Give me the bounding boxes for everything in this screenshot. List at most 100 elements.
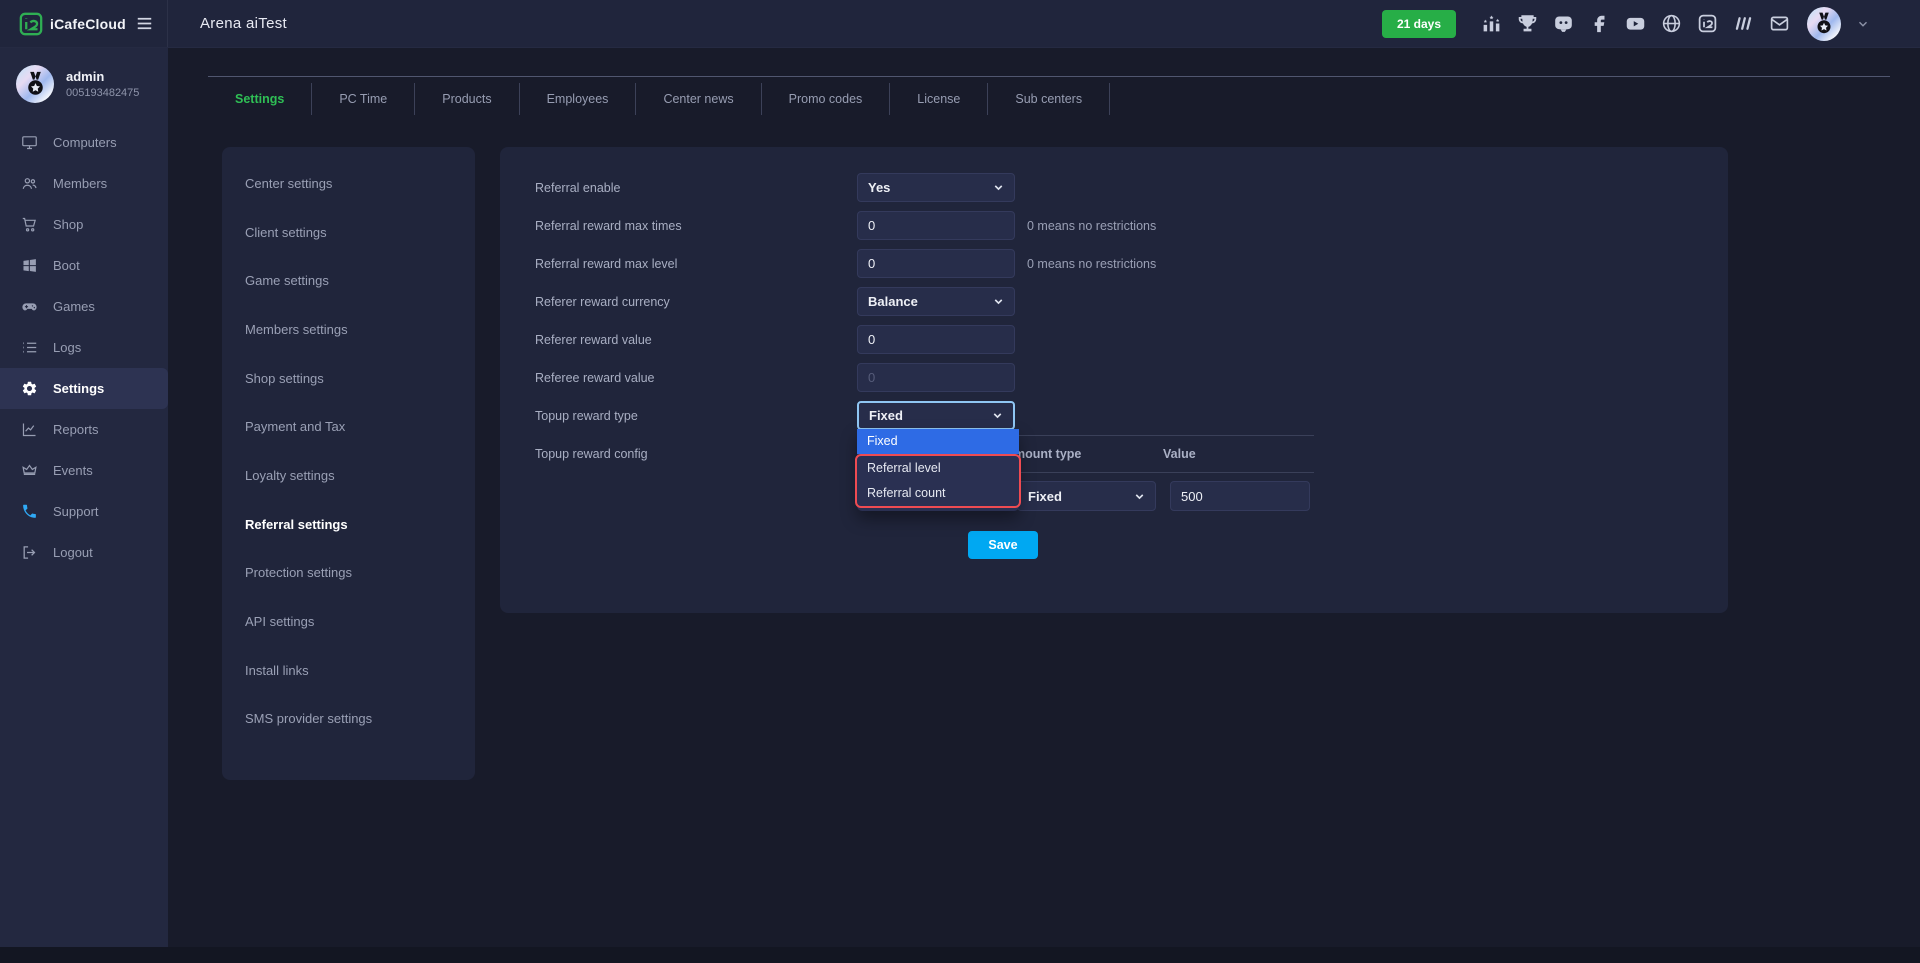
mail-icon[interactable] bbox=[1769, 13, 1790, 34]
tab-employees[interactable]: Employees bbox=[520, 83, 637, 115]
sidebar-item-computers[interactable]: Computers bbox=[0, 122, 168, 163]
referer-reward-currency-select[interactable]: Balance bbox=[857, 287, 1015, 316]
sidebar-item-label: Logout bbox=[53, 545, 93, 560]
dropdown-option-fixed[interactable]: Fixed bbox=[857, 429, 1019, 454]
settings-menu-install-links[interactable]: Install links bbox=[222, 646, 475, 695]
medal-icon bbox=[1811, 11, 1837, 37]
select-value: Balance bbox=[868, 294, 918, 309]
dropdown-option-referral-level[interactable]: Referral level bbox=[857, 456, 1019, 481]
trophy-icon[interactable] bbox=[1517, 13, 1538, 34]
sidebar-item-events[interactable]: Events bbox=[0, 450, 168, 491]
amount-type-select[interactable]: Fixed bbox=[1017, 481, 1156, 511]
dropdown-option-referral-count[interactable]: Referral count bbox=[857, 481, 1019, 506]
settings-menu-members-settings[interactable]: Members settings bbox=[222, 305, 475, 354]
settings-menu-api-settings[interactable]: API settings bbox=[222, 597, 475, 646]
select-value: Yes bbox=[868, 180, 890, 195]
cart-icon bbox=[21, 216, 38, 233]
sidebar-item-boot[interactable]: Boot bbox=[0, 245, 168, 286]
field-label: Referral reward max times bbox=[535, 219, 857, 233]
chevron-down-icon bbox=[992, 181, 1005, 194]
topbar: iCafeCloud Arena aiTest 21 days bbox=[0, 0, 1920, 48]
tab-products[interactable]: Products bbox=[415, 83, 519, 115]
config-value-input[interactable] bbox=[1170, 481, 1310, 511]
topup-reward-type-select[interactable]: Fixed Fixed Referral level Referral coun… bbox=[857, 401, 1015, 430]
tab-license[interactable]: License bbox=[890, 83, 988, 115]
referral-enable-select[interactable]: Yes bbox=[857, 173, 1015, 202]
sidebar-item-label: Settings bbox=[53, 381, 104, 396]
settings-menu-sms-provider-settings[interactable]: SMS provider settings bbox=[222, 695, 475, 744]
main-content: Settings PC Time Products Employees Cent… bbox=[168, 48, 1920, 947]
save-button[interactable]: Save bbox=[968, 531, 1038, 559]
icafecloud-logo-icon bbox=[18, 11, 44, 37]
youtube-icon[interactable] bbox=[1625, 13, 1646, 34]
tab-pc-time[interactable]: PC Time bbox=[312, 83, 415, 115]
field-label: Referral enable bbox=[535, 181, 857, 195]
gamepad-icon bbox=[21, 298, 38, 315]
sidebar-item-logs[interactable]: Logs bbox=[0, 327, 168, 368]
tab-sub-centers[interactable]: Sub centers bbox=[988, 83, 1110, 115]
chevron-down-icon[interactable] bbox=[1856, 17, 1870, 31]
sidebar-item-label: Games bbox=[53, 299, 95, 314]
referral-reward-max-level-input[interactable] bbox=[857, 249, 1015, 278]
discord-icon[interactable] bbox=[1553, 13, 1574, 34]
sidebar-item-label: Reports bbox=[53, 422, 99, 437]
facebook-icon[interactable] bbox=[1589, 13, 1610, 34]
settings-menu-protection-settings[interactable]: Protection settings bbox=[222, 549, 475, 598]
tab-center-news[interactable]: Center news bbox=[636, 83, 761, 115]
sidebar-item-label: Shop bbox=[53, 217, 83, 232]
sidebar-item-shop[interactable]: Shop bbox=[0, 204, 168, 245]
menu-toggle-button[interactable] bbox=[135, 14, 154, 33]
field-label: Topup reward type bbox=[535, 409, 857, 423]
sidebar-item-reports[interactable]: Reports bbox=[0, 409, 168, 450]
icafecloud-logo: iCafeCloud bbox=[18, 11, 126, 37]
referee-reward-value-input[interactable] bbox=[857, 363, 1015, 392]
windows-icon bbox=[21, 257, 38, 274]
hamburger-icon bbox=[135, 14, 154, 33]
referral-settings-form: Referral enable Yes Referral reward max … bbox=[500, 147, 1728, 613]
sidebar-item-members[interactable]: Members bbox=[0, 163, 168, 204]
chevron-down-icon bbox=[1133, 490, 1146, 503]
settings-menu-referral-settings[interactable]: Referral settings bbox=[222, 500, 475, 549]
page-title: Arena aiTest bbox=[200, 15, 287, 32]
user-name: admin bbox=[66, 69, 139, 84]
settings-menu-payment-and-tax[interactable]: Payment and Tax bbox=[222, 402, 475, 451]
leaderboard-icon[interactable] bbox=[1481, 13, 1502, 34]
settings-menu-shop-settings[interactable]: Shop settings bbox=[222, 354, 475, 403]
topbar-actions: 21 days bbox=[1382, 7, 1920, 41]
reviews-icon[interactable] bbox=[1733, 13, 1754, 34]
sidebar-item-logout[interactable]: Logout bbox=[0, 532, 168, 573]
sidebar-item-support[interactable]: Support bbox=[0, 491, 168, 532]
tab-settings[interactable]: Settings bbox=[208, 83, 312, 115]
sidebar-item-label: Boot bbox=[53, 258, 80, 273]
user-avatar[interactable] bbox=[1807, 7, 1841, 41]
user-id: 005193482475 bbox=[66, 87, 139, 99]
crown-icon bbox=[21, 462, 38, 479]
settings-menu-game-settings[interactable]: Game settings bbox=[222, 256, 475, 305]
sidebar-nav: Computers Members Shop Boot Games Logs S… bbox=[0, 122, 168, 573]
sidebar-item-games[interactable]: Games bbox=[0, 286, 168, 327]
sidebar-user-avatar bbox=[16, 65, 54, 103]
settings-menu-client-settings[interactable]: Client settings bbox=[222, 208, 475, 257]
alert-outline: Referral level Referral count bbox=[855, 454, 1021, 508]
bottom-edge bbox=[0, 947, 1920, 963]
sidebar-item-label: Members bbox=[53, 176, 107, 191]
sidebar-item-label: Computers bbox=[53, 135, 117, 150]
license-days-badge[interactable]: 21 days bbox=[1382, 10, 1456, 38]
sidebar-item-label: Events bbox=[53, 463, 93, 478]
field-hint: 0 means no restrictions bbox=[1027, 219, 1156, 233]
tabs-divider-line bbox=[208, 76, 1890, 77]
website-globe-icon[interactable] bbox=[1661, 13, 1682, 34]
settings-menu-loyalty-settings[interactable]: Loyalty settings bbox=[222, 451, 475, 500]
icafecloud-mini-icon[interactable] bbox=[1697, 13, 1718, 34]
settings-menu-center-settings[interactable]: Center settings bbox=[222, 159, 475, 208]
medal-icon bbox=[21, 70, 50, 99]
sidebar-item-settings[interactable]: Settings bbox=[0, 368, 168, 409]
field-label: Topup reward config bbox=[535, 447, 857, 461]
referer-reward-value-input[interactable] bbox=[857, 325, 1015, 354]
phone-icon bbox=[21, 503, 38, 520]
list-icon bbox=[21, 339, 38, 356]
people-icon bbox=[21, 175, 38, 192]
tab-promo-codes[interactable]: Promo codes bbox=[762, 83, 891, 115]
referral-reward-max-times-input[interactable] bbox=[857, 211, 1015, 240]
sidebar: admin 005193482475 Computers Members Sho… bbox=[0, 48, 168, 947]
